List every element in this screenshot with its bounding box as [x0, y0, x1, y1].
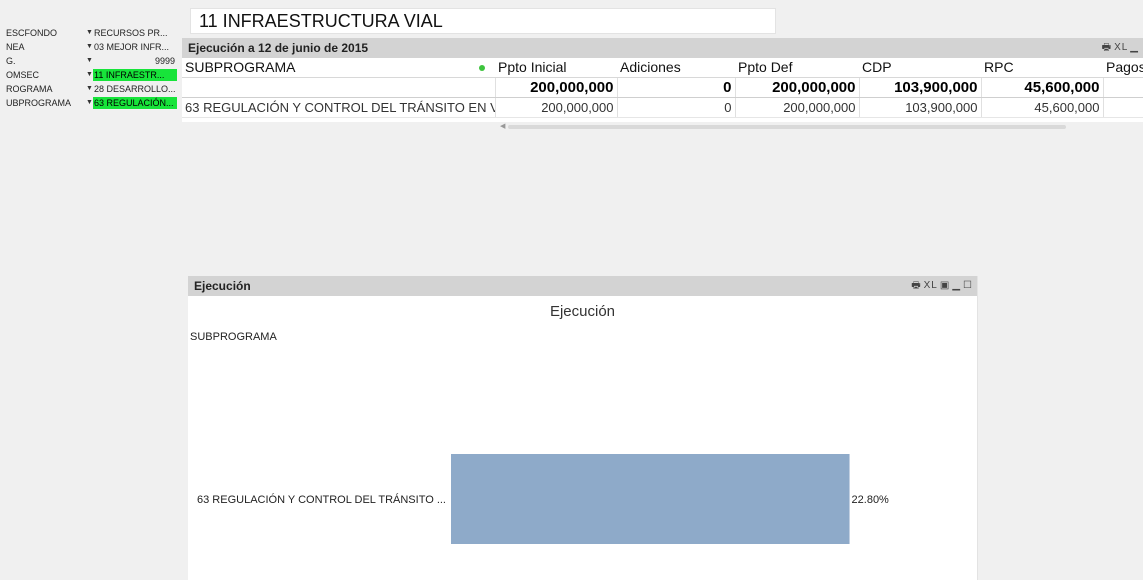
total-cell: 103,900,000 — [859, 77, 982, 98]
dropdown-arrow-icon[interactable]: ▼ — [86, 54, 93, 68]
table-cell: 0 — [617, 97, 736, 118]
data-label: 22.80% — [852, 494, 890, 506]
minimize-icon[interactable]: ▁ — [952, 280, 961, 291]
maximize-icon[interactable]: ☐ — [963, 280, 973, 291]
chart-bar[interactable] — [451, 454, 850, 544]
chart-caption[interactable]: Ejecución 🖶 XL ▣ ▁ ☐ — [188, 276, 977, 296]
table-caption[interactable]: Ejecución a 12 de junio de 2015 🖶 XL ▁ — [182, 38, 1143, 58]
column-header-label: Ppto Inicial — [498, 59, 567, 76]
dropdown-arrow-icon[interactable]: ▼ — [86, 68, 93, 82]
table-cell — [1103, 97, 1143, 118]
column-header[interactable]: Ppto Inicial — [495, 58, 617, 78]
filter-row[interactable]: OMSEC ▼ 11 INFRAESTR... — [0, 68, 180, 82]
filter-label: G. — [6, 56, 16, 66]
filter-row[interactable]: ROGRAMA ▼ 28 DESARROLLO... — [0, 82, 180, 96]
column-header-label: Adiciones — [620, 59, 681, 76]
page-title: 11 INFRAESTRUCTURA VIAL — [190, 8, 776, 34]
horizontal-scrollbar[interactable] — [508, 125, 1066, 129]
total-cell: 45,600,000 — [981, 77, 1104, 98]
print-icon[interactable]: 🖶 — [1102, 42, 1112, 53]
column-header-label: Ppto Def — [738, 59, 793, 76]
expand-icon[interactable]: ▣ — [940, 280, 950, 291]
filter-label: ROGRAMA — [6, 84, 53, 94]
filter-value[interactable]: RECURSOS PR... — [93, 27, 177, 39]
column-header-label: RPC — [984, 59, 1014, 76]
table-row[interactable]: 63 REGULACIÓN Y CONTROL DEL TRÁNSITO EN … — [182, 97, 1143, 118]
table-caption-icons: 🖶 XL ▁ — [1100, 38, 1139, 58]
filter-row[interactable]: UBPROGRAMA ▼ 63 REGULACIÓN... — [0, 96, 180, 110]
chart-caption-icons: 🖶 XL ▣ ▁ ☐ — [909, 276, 973, 296]
total-cell: 200,000,000 — [735, 77, 860, 98]
execution-table-panel: Ejecución a 12 de junio de 2015 🖶 XL ▁ SUB… — [182, 38, 1143, 130]
total-cell: 200,000,000 — [495, 77, 618, 98]
table-cell: 45,600,000 — [981, 97, 1104, 118]
table-cell: 200,000,000 — [495, 97, 618, 118]
minimize-icon[interactable]: ▁ — [1130, 42, 1139, 53]
filter-label: OMSEC — [6, 70, 40, 80]
filter-row[interactable]: ESCFONDO ▼ RECURSOS PR... — [0, 26, 180, 40]
total-cell — [1103, 77, 1143, 98]
dropdown-arrow-icon[interactable]: ▼ — [86, 96, 93, 110]
column-header-label: CDP — [862, 59, 892, 76]
filter-value[interactable]: 28 DESARROLLO... — [93, 83, 177, 95]
filter-value[interactable]: 9999 — [93, 55, 177, 67]
filter-label: ESCFONDO — [6, 28, 58, 38]
table-header-row: SUBPROGRAMA Ppto Inicial Adiciones Ppto Def… — [182, 58, 1143, 78]
total-cell — [182, 77, 496, 98]
xl-icon[interactable]: XL — [1114, 42, 1128, 53]
dropdown-arrow-icon[interactable]: ▼ — [86, 26, 93, 40]
column-header-label: Pagos — [1106, 59, 1143, 76]
table-cell: 103,900,000 — [859, 97, 982, 118]
execution-chart-panel: Ejecución 🖶 XL ▣ ▁ ☐ Ejecución SUBPROGRAMA 6… — [188, 276, 978, 580]
category-label: 63 REGULACIÓN Y CONTROL DEL TRÁNSITO ... — [197, 493, 446, 506]
chart-caption-text: Ejecución — [194, 279, 251, 293]
filter-label: NEA — [6, 42, 25, 52]
filter-value[interactable]: 63 REGULACIÓN... — [93, 97, 177, 109]
filter-value[interactable]: 03 MEJOR INFR... — [93, 41, 177, 53]
column-header[interactable]: RPC — [981, 58, 1103, 78]
filter-label: UBPROGRAMA — [6, 98, 72, 108]
filter-value[interactable]: 11 INFRAESTR... — [93, 69, 177, 81]
total-cell: 0 — [617, 77, 736, 98]
filter-list: ESCFONDO ▼ RECURSOS PR... NEA ▼ 03 MEJOR INFR… — [0, 26, 180, 110]
table-cell: 200,000,000 — [735, 97, 860, 118]
filter-row[interactable]: NEA ▼ 03 MEJOR INFR... — [0, 40, 180, 54]
xl-icon[interactable]: XL — [924, 280, 938, 291]
filter-row[interactable]: G. ▼ 9999 — [0, 54, 180, 68]
sort-indicator-icon[interactable] — [479, 65, 485, 71]
column-header-label: SUBPROGRAMA — [185, 59, 296, 76]
table-cell: 63 REGULACIÓN Y CONTROL DEL TRÁNSITO EN … — [182, 97, 496, 118]
dropdown-arrow-icon[interactable]: ▼ — [86, 82, 93, 96]
column-header[interactable]: CDP — [859, 58, 981, 78]
dropdown-arrow-icon[interactable]: ▼ — [86, 40, 93, 54]
scroll-left-arrow-icon[interactable]: ◀ — [500, 122, 505, 130]
table-caption-text: Ejecución a 12 de junio de 2015 — [188, 41, 369, 55]
execution-table: SUBPROGRAMA Ppto Inicial Adiciones Ppto Def… — [182, 58, 1143, 118]
print-icon[interactable]: 🖶 — [911, 280, 921, 291]
table-totals-row: 200,000,000 0 200,000,000 103,900,000 45,600… — [182, 77, 1143, 98]
bar-chart: 63 REGULACIÓN Y CONTROL DEL TRÁNSITO ...… — [197, 454, 890, 544]
column-header[interactable]: Adiciones — [617, 58, 735, 78]
column-header[interactable]: Pagos — [1103, 58, 1143, 78]
column-header[interactable]: Ppto Def — [735, 58, 859, 78]
column-header[interactable]: SUBPROGRAMA — [182, 58, 495, 78]
